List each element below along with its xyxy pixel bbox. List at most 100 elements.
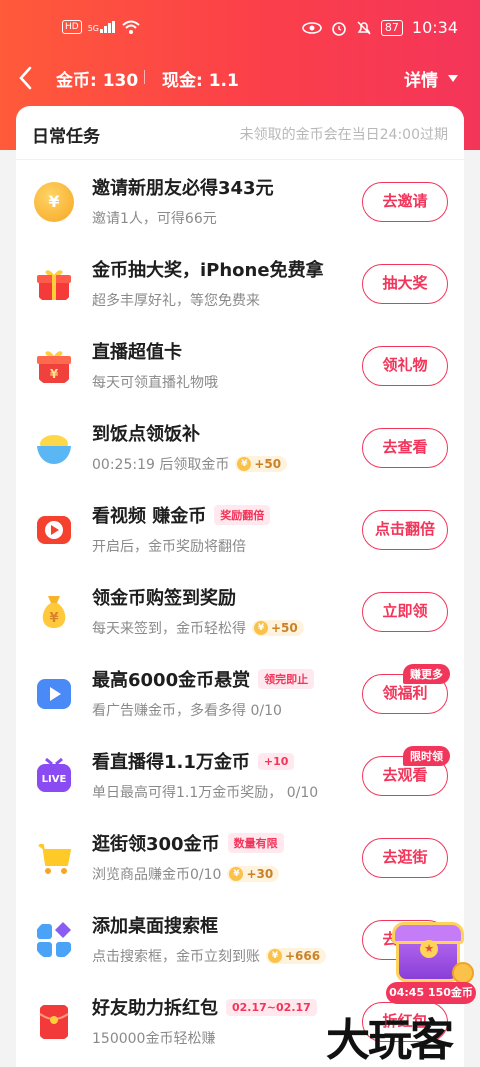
task-item: 最高6000金币悬赏 领完即止 看广告赚金币，多看多得 0/10 赚更多 领福利 [16,652,464,734]
task-item: 金币抽大奖，iPhone免费拿 超多丰厚好礼，等您免费来 抽大奖 [16,242,464,324]
task-subtitle: 开启后，金币奖励将翻倍 [92,539,246,555]
reward-amount: +50 [271,621,298,635]
task-subtitle: 超多丰厚好礼，等您免费来 [92,293,260,309]
video-play-icon [37,516,71,544]
shop-button[interactable]: 去逛街 [362,838,448,878]
task-title: 最高6000金币悬赏 [92,670,251,691]
hd-icon: HD [62,20,82,34]
signal-bars-icon [100,21,115,33]
star-lock-icon: ★ [420,940,438,958]
view-button[interactable]: 去查看 [362,428,448,468]
limited-qty-tag: 数量有限 [227,833,284,853]
task-item: ¥ 领金币购签到奖励 每天来签到，金币轻松得 ¥ +50 立即领 [16,570,464,652]
chest-countdown: 04:45 150金币 [386,982,476,1004]
task-item: 到饭点领饭补 00:25:19 后领取金币 ¥ +50 去查看 [16,406,464,488]
task-title: 看视频 赚金币 [92,506,207,527]
detail-label: 详情 [404,71,438,91]
nav-bar: 金币: 130 现金: 1.1 详情 [0,56,480,100]
chest-coin-amount: 150金币 [427,986,473,999]
task-item: 逛街领300金币 数量有限 浏览商品赚金币0/10 ¥ +30 去逛街 [16,816,464,898]
task-title: 金币抽大奖，iPhone免费拿 [92,260,324,281]
task-title: 逛街领300金币 [92,834,220,855]
coin-icon: ¥ [237,457,252,471]
svg-text:¥: ¥ [50,367,59,381]
coin-icon: ¥ [268,949,282,963]
task-subtitle: 每天可领直播礼物哦 [92,375,218,391]
svg-text:¥: ¥ [49,611,58,626]
watermark: 大玩客 [326,1015,454,1066]
task-title: 邀请新朋友必得343元 [92,178,274,199]
card-header: 日常任务 未领取的金币会在当日24:00过期 [16,106,464,160]
alarm-icon [332,21,346,36]
task-title: 直播超值卡 [92,342,182,363]
date-range-tag: 02.17~02.17 [226,998,317,1016]
task-title: 领金币购签到奖励 [92,588,236,609]
task-subtitle: 每天来签到，金币轻松得 [92,621,246,637]
cash-balance: 现金: 1.1 [162,71,239,91]
invite-button[interactable]: 去邀请 [362,182,448,222]
red-gift-icon: ¥ [37,351,71,383]
expiry-note: 未领取的金币会在当日24:00过期 [239,127,448,143]
task-item: LIVE 看直播得1.1万金币 +10 单日最高可得1.1万金币奖励， 0/10… [16,734,464,816]
task-subtitle: 00:25:19 后领取金币 [92,457,230,473]
reward-amount: +666 [285,949,321,963]
limited-tag: 领完即止 [258,669,315,689]
task-item: ¥ 直播超值卡 每天可领直播礼物哦 领礼物 [16,324,464,406]
earn-more-badge: 赚更多 [403,664,450,684]
task-item: ¥ 邀请新朋友必得343元 邀请1人，可得66元 去邀请 [16,160,464,242]
double-reward-tag: 奖励翻倍 [214,505,271,525]
red-envelope-icon [39,1005,69,1039]
claim-gift-button[interactable]: 领礼物 [362,346,448,386]
task-subtitle: 看广告赚金币，多看多得 0/10 [92,703,282,719]
task-title: 看直播得1.1万金币 [92,752,250,773]
task-subtitle: 邀请1人，可得66元 [92,211,217,227]
ad-play-icon [37,679,71,709]
wifi-icon [122,20,140,34]
countdown-time: 04:45 [389,986,425,999]
task-title: 到饭点领饭补 [92,424,200,445]
coin-balance: 金币: 130 [56,71,139,91]
coin-icon: ¥ [229,867,244,881]
coin-stack-icon [452,962,474,984]
caret-down-icon [448,75,458,82]
reward-amount: +30 [246,867,274,881]
battery-icon: 87 [380,19,403,36]
coin-icon: ¥ [34,182,74,222]
clock: 10:34 [411,18,458,37]
claim-now-button[interactable]: 立即领 [362,592,448,632]
detail-dropdown[interactable]: 详情 [404,66,458,91]
network-type: 5G [87,24,99,33]
task-item: 看视频 赚金币 奖励翻倍 开启后，金币奖励将翻倍 点击翻倍 [16,488,464,570]
eye-icon [302,21,322,34]
widget-grid-icon [37,922,71,957]
shopping-cart-icon [37,844,71,874]
gift-icon [37,270,71,300]
reward-amount: +50 [254,457,282,471]
rice-bowl-icon [37,435,71,464]
coin-reward-pill: ¥ +50 [252,620,304,636]
status-bar: HD 5G 87 10:34 [0,0,480,56]
coin-reward-pill: ¥ +50 [235,456,288,472]
task-subtitle: 点击搜索框，金币立刻到账 [92,949,260,965]
back-arrow-icon[interactable] [18,62,32,97]
bonus-tag: +10 [257,752,295,770]
task-title: 好友助力拆红包 [92,998,218,1019]
task-title: 添加桌面搜索框 [92,916,218,937]
money-bag-icon: ¥ [42,596,66,628]
coin-reward-pill: ¥ +30 [227,866,280,882]
card-title: 日常任务 [32,127,100,147]
signal-icon: 5G [88,21,116,33]
task-subtitle: 单日最高可得1.1万金币奖励， 0/10 [92,785,319,801]
task-subtitle: 150000金币轻松赚 [92,1031,216,1047]
double-button[interactable]: 点击翻倍 [362,510,448,550]
coin-icon: ¥ [254,621,268,635]
live-tv-icon: LIVE [37,757,71,792]
coin-reward-pill: ¥ +666 [266,948,327,964]
mute-bell-icon [357,20,371,35]
treasure-chest-widget[interactable]: ★ 04:45 150金币 [386,920,476,1008]
divider [144,70,145,84]
svg-text:LIVE: LIVE [42,774,67,785]
task-subtitle: 浏览商品赚金币0/10 [92,867,222,883]
lottery-button[interactable]: 抽大奖 [362,264,448,304]
limited-time-badge: 限时领 [403,746,450,766]
